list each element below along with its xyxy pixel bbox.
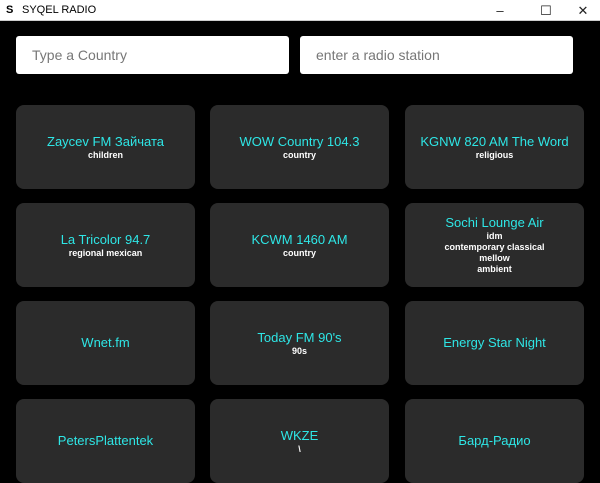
station-genre: country (282, 149, 316, 160)
station-genre: \ (298, 443, 301, 454)
station-name: Бард-Радио (458, 433, 531, 448)
station-name: Energy Star Night (443, 335, 546, 350)
station-genre: country (282, 247, 316, 258)
station-name: Zaycev FM Зайчата (47, 133, 164, 149)
station-card[interactable]: Today FM 90's 90s (210, 301, 389, 385)
station-card[interactable]: Sochi Lounge Air idm contemporary classica… (405, 203, 584, 287)
station-name: KCWM 1460 AM (251, 231, 348, 247)
station-card[interactable]: WOW Country 104.3 country (210, 105, 389, 189)
station-name: Wnet.fm (81, 335, 130, 350)
station-card[interactable]: Zaycev FM Зайчата children (16, 105, 195, 189)
close-button[interactable]: ✕ (568, 0, 598, 21)
title-bar: S SYQEL RADIO – ☐ ✕ (0, 0, 600, 21)
station-name: WKZE (280, 427, 319, 443)
station-genre: regional mexican (68, 247, 143, 258)
minimize-button[interactable]: – (485, 0, 515, 21)
station-name: Sochi Lounge Air (445, 215, 544, 230)
station-name: WOW Country 104.3 (239, 133, 360, 149)
station-card[interactable]: Бард-Радио (405, 399, 584, 483)
station-search-input[interactable] (300, 36, 573, 74)
station-card[interactable]: KCWM 1460 AM country (210, 203, 389, 287)
station-card[interactable]: Energy Star Night (405, 301, 584, 385)
station-card[interactable]: Wnet.fm (16, 301, 195, 385)
station-genre: idm (486, 231, 503, 241)
station-name: Today FM 90's (257, 329, 342, 345)
station-genre: mellow (479, 253, 510, 263)
station-card[interactable]: PetersPlattentek (16, 399, 195, 483)
station-genre: children (87, 149, 123, 160)
app-logo-icon: S (6, 4, 14, 16)
station-name: La Tricolor 94.7 (60, 231, 151, 247)
station-name: PetersPlattentek (57, 433, 154, 448)
station-genre: contemporary classical (444, 242, 545, 252)
station-card[interactable]: La Tricolor 94.7 regional mexican (16, 203, 195, 287)
station-genre: 90s (291, 345, 308, 356)
country-search-input[interactable] (16, 36, 289, 74)
maximize-button[interactable]: ☐ (531, 0, 561, 21)
window-title: SYQEL RADIO (22, 4, 97, 16)
station-genre: ambient (477, 264, 512, 274)
station-genre: religious (475, 149, 514, 160)
station-card[interactable]: WKZE \ (210, 399, 389, 483)
station-card[interactable]: KGNW 820 AM The Word religious (405, 105, 584, 189)
station-name: KGNW 820 AM The Word (420, 133, 569, 149)
